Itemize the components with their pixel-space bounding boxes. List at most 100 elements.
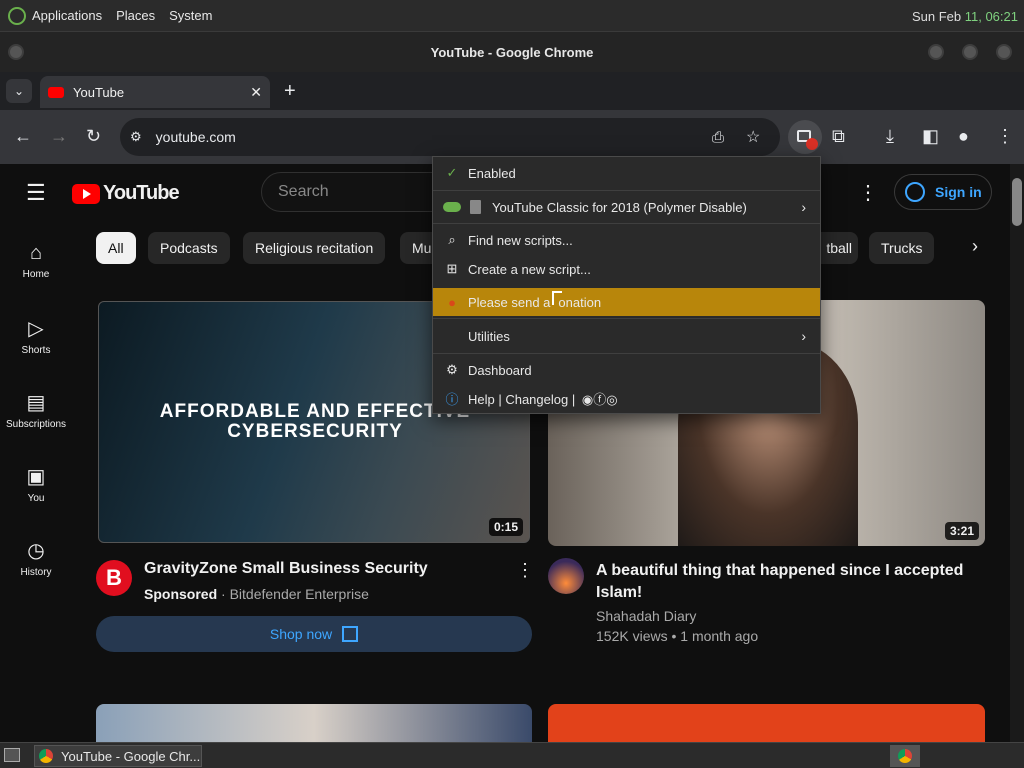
close-icon[interactable]: ✕	[250, 84, 262, 101]
video-title[interactable]: A beautiful thing that happened since I …	[596, 560, 976, 604]
channel-name[interactable]: Shahadah Diary	[596, 608, 696, 624]
chip-podcasts[interactable]: Podcasts	[148, 232, 230, 264]
url-text[interactable]: youtube.com	[156, 129, 236, 145]
shop-now-button[interactable]: Shop now	[96, 616, 532, 652]
gear-icon: ⚙	[446, 362, 458, 377]
facebook-icon[interactable]: ⓕ	[593, 392, 606, 407]
scrollbar[interactable]	[1010, 164, 1024, 742]
chip-religious-recitation[interactable]: Religious recitation	[243, 232, 386, 264]
menu-system[interactable]: System	[169, 8, 212, 23]
shop-now-label: Shop now	[269, 626, 333, 642]
tab-title: YouTube	[73, 84, 125, 100]
menu-item-create-script[interactable]: ⊞ Create a new script...	[433, 255, 820, 283]
script-toggle-icon[interactable]	[443, 202, 461, 212]
nav-subscriptions[interactable]: ▤ Subscriptions	[0, 390, 72, 430]
chrome-tray-icon[interactable]	[890, 745, 920, 767]
menu-item-help[interactable]: ⓘ Help | Changelog | ◉ⓕ◎	[433, 384, 820, 412]
os-taskbar: YouTube - Google Chr...	[0, 742, 1024, 768]
window-title: YouTube - Google Chrome	[430, 44, 594, 60]
taskbar-window-button[interactable]: YouTube - Google Chr...	[34, 745, 202, 767]
info-icon: ⓘ	[445, 391, 459, 407]
menu-applications[interactable]: Applications	[32, 8, 102, 23]
menu-item-find-scripts[interactable]: ⌕ Find new scripts...	[433, 226, 820, 254]
github-icon[interactable]: ◉	[582, 392, 593, 407]
channel-avatar[interactable]	[548, 558, 584, 594]
search-placeholder: Search	[278, 183, 329, 200]
chevron-right-icon: ›	[801, 199, 806, 215]
video-thumbnail[interactable]	[548, 704, 985, 742]
os-logo-icon[interactable]	[8, 6, 26, 25]
video-thumbnail[interactable]	[96, 704, 532, 742]
star-icon[interactable]: ☆	[746, 127, 760, 147]
nav-history[interactable]: ◷ History	[0, 538, 72, 578]
youtube-logo-text: YouTube	[103, 182, 180, 204]
external-link-icon	[342, 626, 359, 642]
forward-icon[interactable]: →	[50, 126, 68, 147]
menu-item-enabled[interactable]: ✓ Enabled	[433, 159, 820, 187]
chip-all[interactable]: All	[96, 232, 136, 264]
window-menu-button[interactable]	[8, 44, 24, 60]
sign-in-button[interactable]: Sign in	[894, 174, 992, 210]
back-icon[interactable]: ←	[14, 126, 32, 147]
video-title[interactable]: GravityZone Small Business Security	[144, 560, 428, 578]
chevron-right-icon[interactable]: ›	[972, 236, 978, 257]
userscript-manager-icon[interactable]	[788, 120, 822, 154]
script-file-icon	[470, 200, 481, 214]
hamburger-icon[interactable]: ☰	[26, 180, 46, 206]
os-clock[interactable]: Sun Feb 11, 06:21	[912, 9, 1018, 24]
install-icon[interactable]: ⎙	[712, 129, 724, 146]
menu-item-dashboard[interactable]: ⚙ Dashboard	[433, 356, 820, 384]
mouse-cursor-icon	[552, 291, 562, 305]
search-input[interactable]: Search	[261, 172, 441, 212]
address-bar[interactable]: ⚙ youtube.com ⎙ ☆	[120, 118, 780, 156]
history-icon: ◷	[27, 540, 45, 562]
menu-places[interactable]: Places	[116, 8, 155, 23]
video-menu-icon[interactable]: ⋮	[516, 560, 534, 581]
kebab-menu-icon[interactable]: ⋮	[996, 126, 1014, 147]
you-icon: ▣	[26, 466, 46, 488]
menu-item-script[interactable]: YouTube Classic for 2018 (Polymer Disabl…	[433, 193, 820, 221]
shorts-icon: ▷	[28, 318, 44, 340]
youtube-logo[interactable]: YouTube	[72, 182, 180, 205]
nav-home[interactable]: ⌂ Home	[0, 242, 72, 280]
search-icon: ⌕	[448, 232, 456, 247]
plus-icon[interactable]: +	[284, 80, 296, 103]
window-titlebar: YouTube - Google Chrome	[0, 32, 1024, 72]
side-panel-icon[interactable]: ◧	[922, 126, 939, 147]
tab-youtube[interactable]: YouTube ✕	[40, 76, 270, 108]
site-info-icon[interactable]: ⚙	[130, 129, 142, 145]
channel-name[interactable]: Bitdefender Enterprise	[230, 586, 369, 602]
clock-time: 11, 06:21	[964, 9, 1018, 24]
video-stats: 152K views • 1 month ago	[596, 628, 759, 644]
settings-kebab-icon[interactable]: ⋮	[858, 180, 878, 205]
scrollbar-thumb[interactable]	[1012, 178, 1022, 226]
chrome-icon	[39, 749, 53, 763]
profile-icon[interactable]: ●	[958, 126, 969, 147]
clock-date: Sun Feb	[911, 9, 962, 24]
video-meta: Sponsored · Bitdefender Enterprise	[144, 586, 369, 602]
channel-avatar[interactable]: B	[96, 560, 132, 596]
video-duration: 3:21	[944, 522, 979, 540]
extensions-icon[interactable]: ⧉	[832, 126, 845, 147]
account-icon	[905, 182, 925, 202]
nav-you[interactable]: ▣ You	[0, 464, 72, 504]
tab-list-icon[interactable]: ⌄	[6, 79, 32, 103]
nav-shorts[interactable]: ▷ Shorts	[0, 316, 72, 356]
subscriptions-icon: ▤	[26, 392, 46, 414]
chevron-right-icon: ›	[801, 328, 806, 344]
video-duration: 0:15	[488, 518, 523, 536]
close-window-button[interactable]	[996, 44, 1012, 60]
add-box-icon: ⊞	[446, 261, 458, 276]
show-desktop-icon[interactable]	[4, 748, 20, 762]
donation-icon: ●	[448, 294, 456, 310]
menu-item-utilities[interactable]: Utilities ›	[433, 322, 820, 350]
youtube-logo-icon	[72, 183, 100, 204]
reload-icon[interactable]: ↻	[86, 126, 101, 147]
instagram-icon[interactable]: ◎	[606, 392, 617, 407]
menu-item-donation[interactable]: ● Please send a onation	[433, 288, 820, 316]
minimize-button[interactable]	[928, 44, 944, 60]
thumbnail-text-line2: CYBERSECURITY	[227, 421, 403, 442]
maximize-button[interactable]	[962, 44, 978, 60]
download-icon[interactable]: ⤓	[886, 126, 894, 147]
chip-trucks[interactable]: Trucks	[869, 232, 935, 264]
